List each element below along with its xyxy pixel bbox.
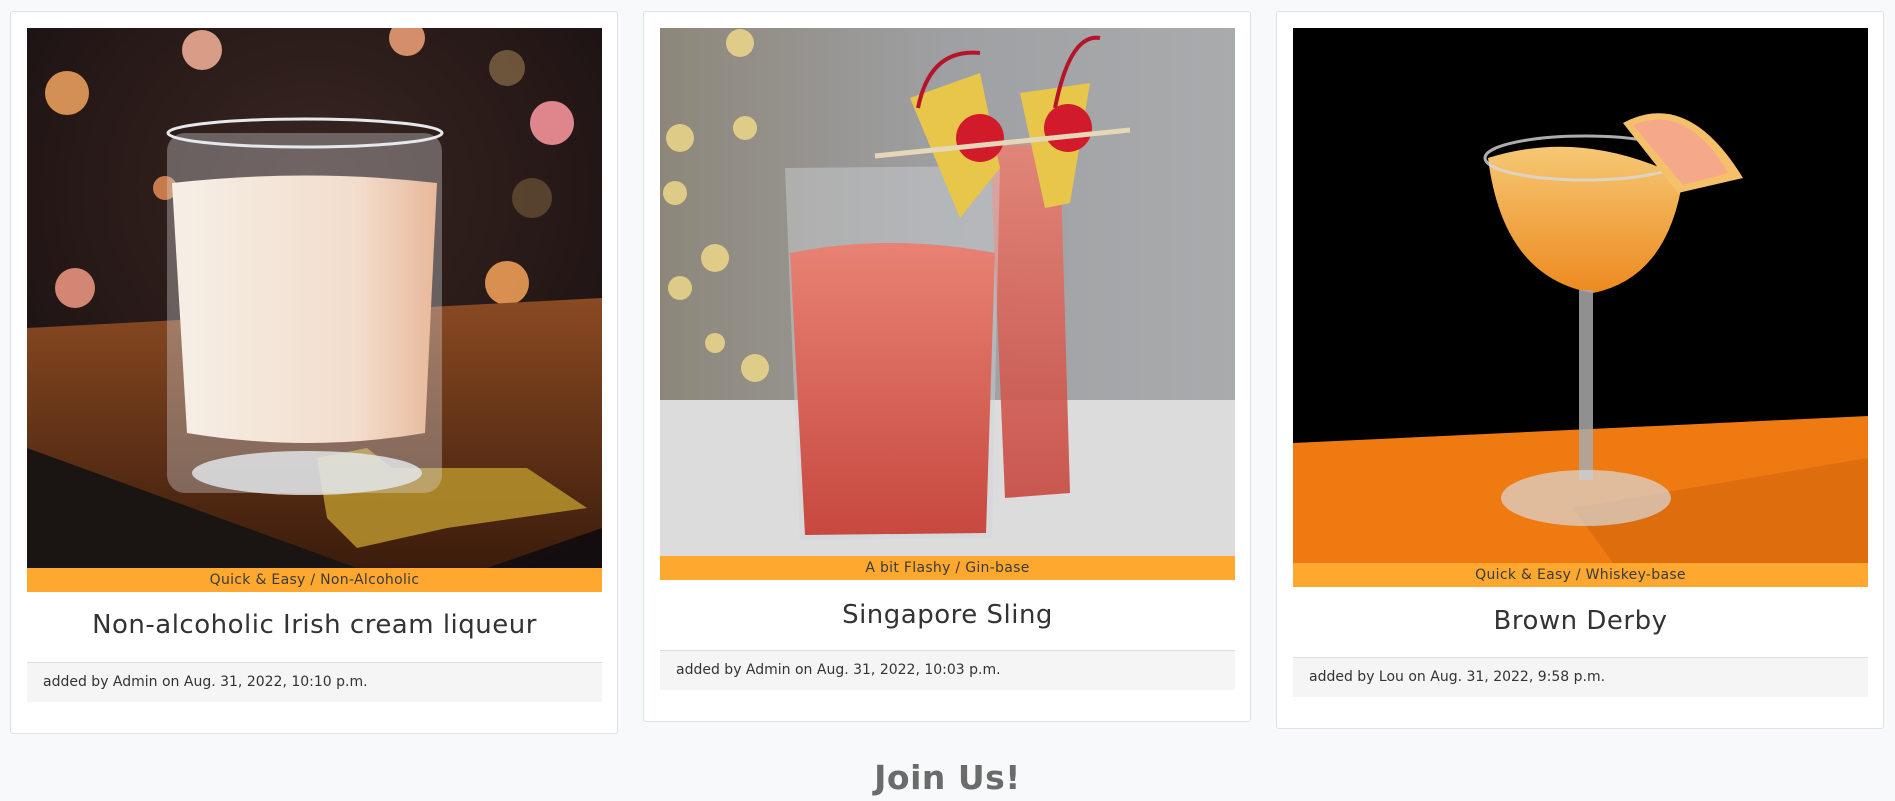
recipe-image-brown-derby[interactable] — [1293, 28, 1868, 563]
recipe-title[interactable]: Singapore Sling — [660, 600, 1235, 630]
recipe-cards-row: Quick & Easy / Non-Alcoholic Non-alcohol… — [0, 0, 1895, 740]
recipe-footer: added by Admin on Aug. 31, 2022, 10:03 p… — [660, 650, 1235, 690]
recipe-footer: added by Lou on Aug. 31, 2022, 9:58 p.m. — [1293, 657, 1868, 697]
recipe-image-irish-cream[interactable] — [27, 28, 602, 568]
recipe-title[interactable]: Brown Derby — [1293, 606, 1868, 636]
category-label: Quick & Easy / Non-Alcoholic — [27, 568, 602, 592]
recipe-footer: added by Admin on Aug. 31, 2022, 10:10 p… — [27, 662, 602, 702]
category-label: Quick & Easy / Whiskey-base — [1293, 563, 1868, 587]
recipe-card-irish-cream[interactable]: Quick & Easy / Non-Alcoholic Non-alcohol… — [10, 11, 618, 734]
category-label: A bit Flashy / Gin-base — [660, 556, 1235, 580]
recipe-card-singapore-sling[interactable]: A bit Flashy / Gin-base Singapore Sling … — [643, 11, 1251, 722]
join-us-heading: Join Us! — [874, 758, 1021, 797]
recipe-image-singapore-sling[interactable] — [660, 28, 1235, 556]
recipe-title[interactable]: Non-alcoholic Irish cream liqueur — [27, 610, 602, 640]
recipe-card-brown-derby[interactable]: Quick & Easy / Whiskey-base Brown Derby … — [1276, 11, 1884, 729]
